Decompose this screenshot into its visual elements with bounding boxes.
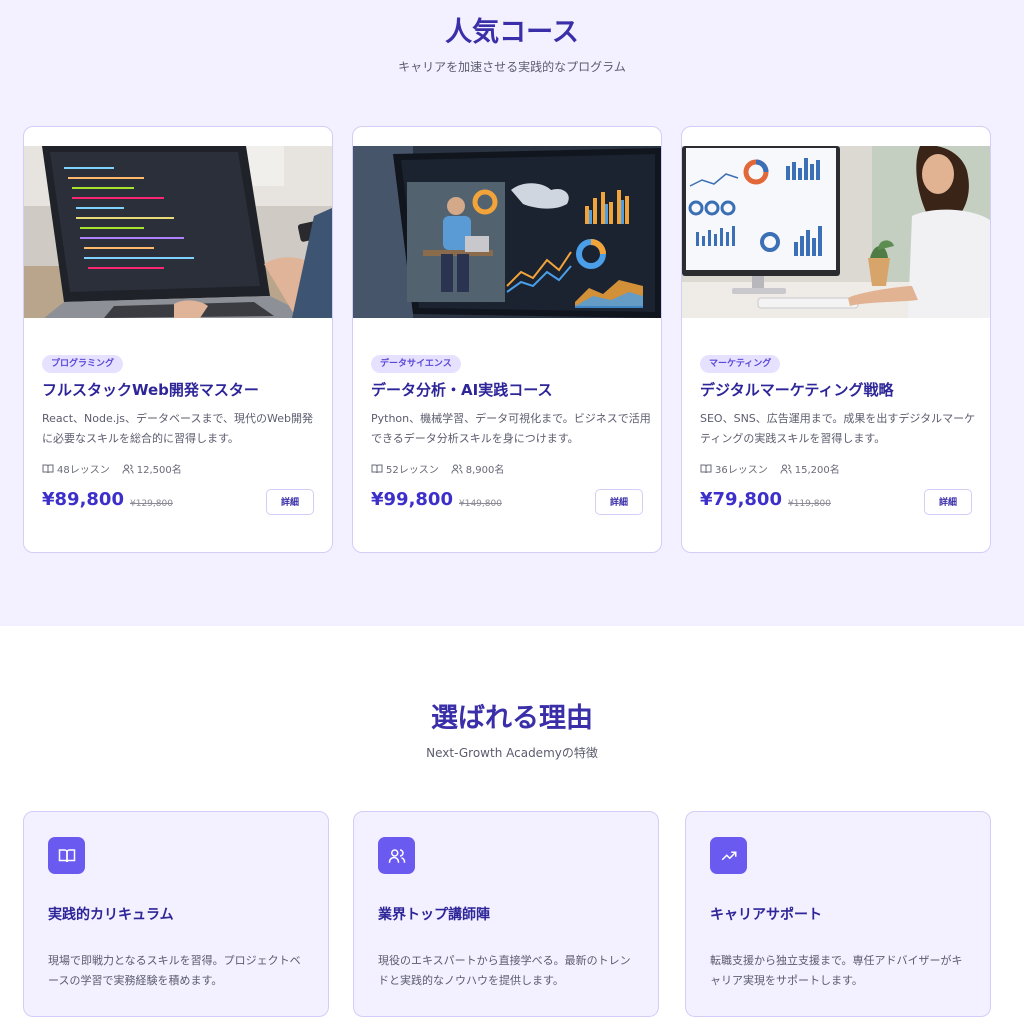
users-icon [388, 848, 405, 863]
students-count: 8,900名 [451, 461, 505, 476]
lessons-count: 52レッスン [371, 461, 439, 476]
data-dashboard-photo [353, 146, 661, 318]
course-image-data-dashboard [353, 146, 661, 318]
students-label: 8,900名 [465, 465, 505, 476]
reasons-section-title: 選ばれる理由 [431, 703, 593, 734]
students-count: 15,200名 [780, 461, 840, 476]
users-icon [780, 464, 792, 473]
course-original-price: ¥149,800 [459, 499, 502, 509]
course-description: SEO、SNS、広告運用まで。成果を出すデジタルマーケティングの実践スキルを習得… [700, 412, 976, 445]
courses-section-subtitle: キャリアを加速させる実践的なプログラム [398, 60, 626, 74]
students-label: 15,200名 [794, 465, 840, 476]
reasons-section-subtitle: Next-Growth Academyの特徴 [426, 746, 598, 760]
reason-card-career-support: キャリアサポート 転職支援から独立支援まで。専任アドバイザーがキャリア実現をサポ… [685, 811, 991, 1017]
users-icon [122, 464, 134, 473]
lessons-label: 36レッスン [715, 465, 768, 476]
course-image-laptop-code [24, 146, 332, 318]
course-category-tag: プログラミング [42, 355, 124, 373]
users-icon [451, 464, 463, 473]
book-icon [58, 848, 75, 862]
courses-section-title: 人気コース [445, 17, 579, 48]
students-count: 12,500名 [122, 461, 182, 476]
students-label: 12,500名 [136, 465, 182, 476]
course-description: React、Node.js、データベースまで、現代のWeb開発に必要なスキルを総… [42, 412, 314, 445]
course-price: ¥89,800 [42, 489, 124, 510]
course-title[interactable]: フルスタックWeb開発マスター [42, 379, 259, 400]
reason-card-curriculum: 実践的カリキュラム 現場で即戦力となるスキルを習得。プロジェクトベースの学習で実… [23, 811, 329, 1017]
reason-title: 実践的カリキュラム [48, 907, 174, 923]
laptop-code-photo [24, 146, 332, 318]
lessons-count: 36レッスン [700, 461, 768, 476]
course-title[interactable]: データ分析・AI実践コース [371, 379, 552, 400]
course-card-fullstack[interactable]: プログラミング フルスタックWeb開発マスター React、Node.js、デー… [23, 126, 333, 553]
reason-icon-box [378, 837, 415, 874]
reason-title: キャリアサポート [710, 907, 822, 923]
course-description: Python、機械学習、データ可視化まで。ビジネスで活用できるデータ分析スキルを… [371, 412, 651, 445]
course-category-tag: データサイエンス [371, 355, 461, 373]
course-card-data-ai[interactable]: データサイエンス データ分析・AI実践コース Python、機械学習、データ可視… [352, 126, 662, 553]
reason-description: 現役のエキスパートから直接学べる。最新のトレンドと実践的なノウハウを提供します。 [378, 954, 631, 987]
course-title[interactable]: デジタルマーケティング戦略 [700, 379, 894, 400]
reason-title: 業界トップ講師陣 [378, 907, 490, 923]
reason-icon-box [710, 837, 747, 874]
reason-description: 転職支援から独立支援まで。専任アドバイザーがキャリア実現をサポートします。 [710, 954, 963, 987]
course-original-price: ¥119,800 [788, 499, 831, 509]
course-detail-button[interactable]: 詳細 [266, 489, 314, 515]
course-image-marketing-monitor [682, 146, 990, 318]
course-detail-button[interactable]: 詳細 [924, 489, 972, 515]
marketing-monitor-photo [682, 146, 990, 318]
course-meta: 48レッスン 12,500名 [42, 461, 182, 476]
lessons-count: 48レッスン [42, 461, 110, 476]
book-icon [700, 464, 712, 473]
course-card-marketing[interactable]: マーケティング デジタルマーケティング戦略 SEO、SNS、広告運用まで。成果を… [681, 126, 991, 553]
popular-courses-section: 人気コース キャリアを加速させる実践的なプログラム プログラミング フルスタック… [0, 0, 1024, 626]
course-meta: 36レッスン 15,200名 [700, 461, 840, 476]
course-original-price: ¥129,800 [130, 499, 173, 509]
book-icon [42, 464, 54, 473]
reason-icon-box [48, 837, 85, 874]
lessons-label: 48レッスン [57, 465, 110, 476]
course-price: ¥79,800 [700, 489, 782, 510]
course-category-tag: マーケティング [700, 355, 781, 373]
reason-card-instructors: 業界トップ講師陣 現役のエキスパートから直接学べる。最新のトレンドと実践的なノウ… [353, 811, 659, 1017]
trending-up-icon [721, 851, 736, 860]
course-price: ¥99,800 [371, 489, 453, 510]
course-meta: 52レッスン 8,900名 [371, 461, 504, 476]
lessons-label: 52レッスン [386, 465, 439, 476]
reason-description: 現場で即戦力となるスキルを習得。プロジェクトベースの学習で実務経験を積めます。 [48, 954, 301, 987]
course-detail-button[interactable]: 詳細 [595, 489, 643, 515]
book-icon [371, 464, 383, 473]
